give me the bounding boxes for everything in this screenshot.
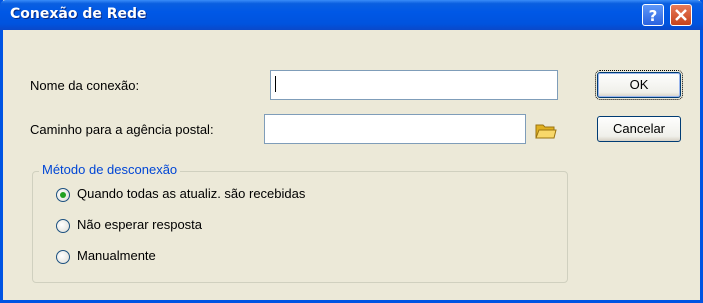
radio-manual-label[interactable]: Manualmente	[77, 248, 156, 263]
folder-icon[interactable]	[535, 121, 557, 141]
title-bar[interactable]: Conexão de Rede ?	[0, 0, 703, 30]
help-button[interactable]: ?	[642, 4, 664, 26]
radio-wait-all-updates-label[interactable]: Quando todas as atualiz. são recebidas	[77, 186, 305, 201]
radio-wait-all-updates[interactable]	[56, 188, 70, 202]
disconnect-method-title: Método de desconexão	[39, 162, 181, 177]
radio-no-wait-label[interactable]: Não esperar resposta	[77, 217, 202, 232]
radio-no-wait[interactable]	[56, 219, 70, 233]
help-icon: ?	[649, 7, 658, 25]
post-office-path-input[interactable]	[264, 114, 526, 144]
dialog-window: Conexão de Rede ? Nome da conexão: Camin…	[0, 0, 703, 303]
ok-button[interactable]: OK	[595, 70, 683, 100]
connection-name-label: Nome da conexão:	[30, 78, 140, 93]
window-title: Conexão de Rede	[10, 6, 147, 22]
close-button[interactable]	[670, 4, 692, 26]
connection-name-input[interactable]	[270, 70, 558, 100]
cancel-button[interactable]: Cancelar	[597, 116, 681, 142]
svg-text:?: ?	[649, 7, 658, 25]
post-office-path-label: Caminho para a agência postal:	[30, 122, 214, 137]
close-icon	[675, 9, 687, 21]
radio-manual[interactable]	[56, 250, 70, 264]
text-caret	[275, 76, 276, 92]
